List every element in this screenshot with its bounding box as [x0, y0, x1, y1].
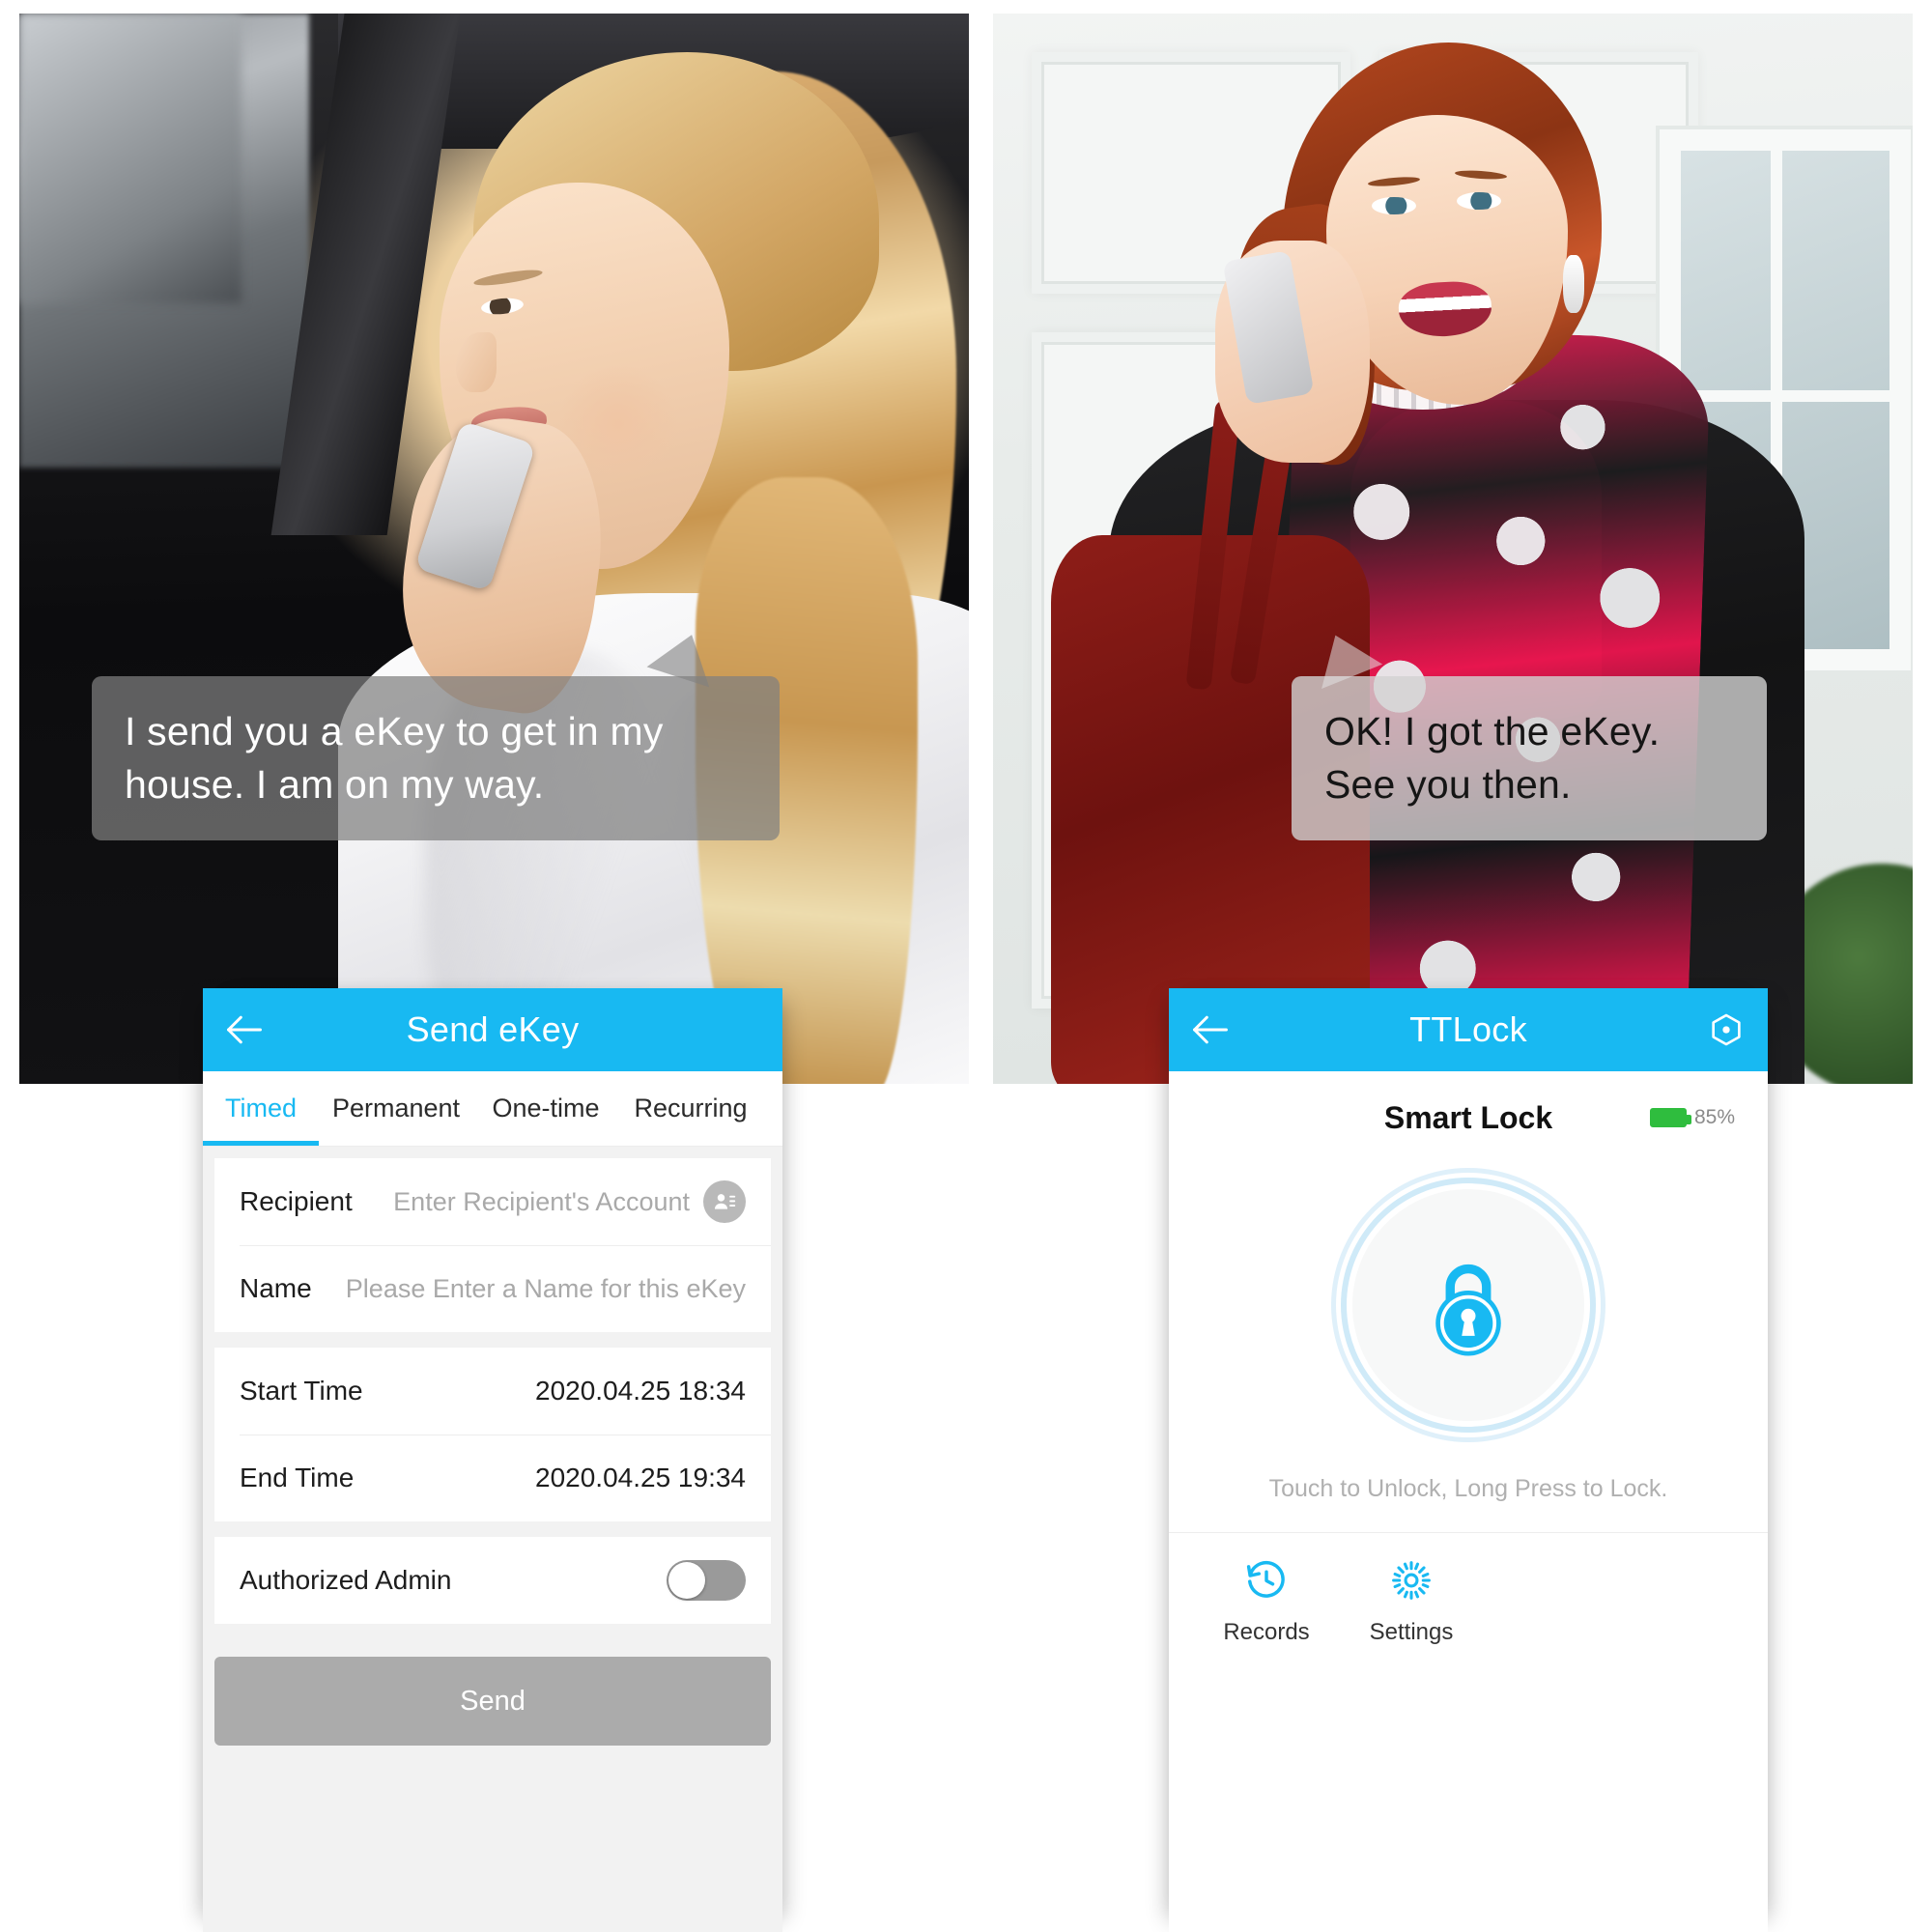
photo-left-woman-in-car [19, 14, 969, 1084]
screenshot-root: I send you a eKey to get in my house. I … [0, 0, 1932, 1932]
authorized-admin-row[interactable]: Authorized Admin [214, 1537, 771, 1624]
recipient-name-card: Recipient Enter Recipient's Account Name… [214, 1158, 771, 1332]
back-arrow-icon[interactable] [203, 988, 286, 1071]
start-time-row[interactable]: Start Time 2020.04.25 18:34 [214, 1348, 771, 1435]
lock-name: Smart Lock [1383, 1099, 1553, 1135]
tab-timed-label: Timed [224, 1094, 297, 1122]
speech-bubble-right: OK! I got the eKey. See you then. [1292, 622, 1767, 840]
car-window-outer [19, 14, 242, 303]
ttlock-screen: TTLock Smart Lock 85% Touch to Unlock, L… [1169, 988, 1768, 1932]
send-ekey-screen: Send eKey Timed Permanent One-time Recur… [203, 988, 782, 1932]
speech-bubble-left-text: I send you a eKey to get in my house. I … [125, 709, 664, 807]
speech-bubble-right-text: OK! I got the eKey. See you then. [1324, 709, 1661, 807]
history-clock-icon [1246, 1560, 1285, 1598]
page-title: TTLock [1409, 1009, 1527, 1049]
battery-status: 85% [1649, 1106, 1735, 1129]
recipient-input[interactable]: Enter Recipient's Account [393, 1187, 690, 1217]
photo-right-woman-at-door [993, 14, 1913, 1084]
start-time-value: 2020.04.25 18:34 [535, 1376, 746, 1406]
hexagon-dot-icon[interactable] [1685, 988, 1768, 1071]
ekey-type-tabs: Timed Permanent One-time Recurring [203, 1071, 782, 1147]
end-time-row[interactable]: End Time 2020.04.25 19:34 [214, 1435, 771, 1521]
authorized-admin-label: Authorized Admin [240, 1565, 452, 1595]
padlock-icon[interactable] [1352, 1189, 1584, 1421]
recipient-label: Recipient [240, 1186, 353, 1216]
authorized-admin-card: Authorized Admin [214, 1537, 771, 1624]
battery-percent: 85% [1693, 1106, 1735, 1128]
recipient-row[interactable]: Recipient Enter Recipient's Account [214, 1158, 771, 1245]
authorized-admin-toggle[interactable] [667, 1560, 746, 1601]
woman-eye [1372, 197, 1416, 214]
tab-one-time-label: One-time [492, 1094, 600, 1122]
send-button[interactable]: Send [214, 1657, 771, 1746]
send-ekey-form: Recipient Enter Recipient's Account Name… [203, 1147, 782, 1746]
send-ekey-appbar: Send eKey [203, 988, 782, 1071]
records-label: Records [1223, 1619, 1310, 1645]
end-time-value: 2020.04.25 19:34 [535, 1463, 746, 1492]
lock-button-area [1169, 1189, 1768, 1421]
start-time-label: Start Time [240, 1376, 363, 1406]
end-time-label: End Time [240, 1463, 355, 1492]
back-arrow-icon[interactable] [1169, 988, 1252, 1071]
window-mullion [1679, 390, 1891, 402]
records-button[interactable]: Records [1194, 1558, 1339, 1646]
tab-recurring-label: Recurring [634, 1094, 748, 1122]
battery-icon [1649, 1108, 1691, 1127]
tab-permanent-label: Permanent [331, 1094, 461, 1122]
contact-card-icon[interactable] [703, 1180, 746, 1223]
page-title: Send eKey [406, 1009, 580, 1049]
tab-one-time[interactable]: One-time [473, 1071, 618, 1146]
tab-timed[interactable]: Timed [203, 1071, 319, 1146]
settings-button[interactable]: Settings [1339, 1558, 1484, 1646]
ekey-name-label: Name [240, 1273, 312, 1303]
lock-hint-text: Touch to Unlock, Long Press to Lock. [1169, 1475, 1768, 1533]
ekey-name-row[interactable]: Name Please Enter a Name for this eKey [214, 1245, 771, 1332]
lock-header: Smart Lock 85% [1169, 1071, 1768, 1164]
toggle-knob [668, 1562, 705, 1599]
tab-recurring[interactable]: Recurring [618, 1071, 763, 1146]
speech-bubble-left: I send you a eKey to get in my house. I … [92, 624, 780, 840]
tab-permanent[interactable]: Permanent [319, 1071, 473, 1146]
time-card: Start Time 2020.04.25 18:34 End Time 202… [214, 1348, 771, 1521]
ekey-name-input[interactable]: Please Enter a Name for this eKey [346, 1274, 746, 1304]
ttlock-appbar: TTLock [1169, 988, 1768, 1071]
settings-label: Settings [1369, 1619, 1454, 1645]
woman-earring [1563, 255, 1584, 313]
woman-eye [1457, 192, 1501, 210]
lock-actions: Records Settings [1169, 1533, 1768, 1646]
gear-icon [1392, 1561, 1431, 1600]
